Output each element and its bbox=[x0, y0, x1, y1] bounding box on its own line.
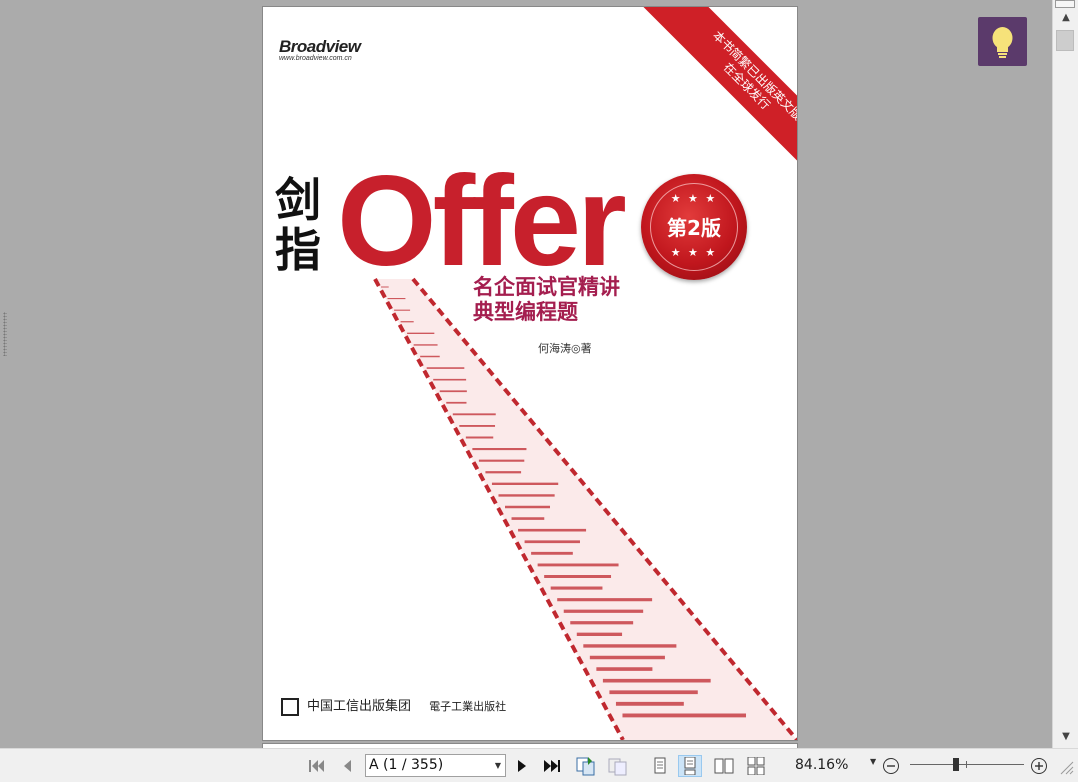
zoom-in-icon bbox=[1031, 758, 1047, 774]
book-author: 何海涛◎著 bbox=[538, 342, 592, 355]
zoom-slider-thumb[interactable] bbox=[953, 758, 959, 771]
next-page-icon bbox=[518, 760, 526, 772]
publisher-group-name: 中国工信出版集团 bbox=[307, 699, 412, 714]
previous-page-button[interactable] bbox=[337, 757, 357, 775]
document-viewport[interactable]: Broadview www.broadview.com.cn 本书简繁已出版英文… bbox=[0, 0, 1052, 748]
sidebar-resize-grip[interactable] bbox=[3, 312, 7, 356]
continuous-page-icon bbox=[684, 757, 696, 775]
pdf-page: Broadview www.broadview.com.cn 本书简繁已出版英文… bbox=[263, 7, 797, 740]
vertical-scrollbar[interactable]: ▲ ▼ bbox=[1052, 0, 1078, 748]
scrollbar-thumb[interactable] bbox=[1056, 30, 1074, 51]
edition-badge: 第2版 bbox=[667, 216, 721, 240]
book-title-english: Offer bbox=[337, 158, 627, 287]
lightbulb-icon bbox=[992, 27, 1013, 58]
scroll-down-arrow-icon[interactable]: ▼ bbox=[1057, 729, 1075, 745]
book-subtitle: 名企面试官精讲 典型编程题 bbox=[473, 275, 620, 325]
previous-page-icon bbox=[344, 760, 351, 772]
paste-page-button[interactable] bbox=[606, 755, 630, 777]
zoom-dropdown-icon[interactable]: ▼ bbox=[870, 757, 876, 766]
publisher-logos-bottom: 中国工信出版集团 電子工業出版社 bbox=[281, 695, 506, 716]
page-selector-value: A (1 / 355) bbox=[369, 757, 444, 773]
seal-stars-bottom: ★ ★ ★ bbox=[670, 246, 718, 259]
subtitle-line-1: 名企面试官精讲 bbox=[473, 275, 620, 299]
paste-page-icon bbox=[608, 758, 627, 776]
single-page-view-button[interactable] bbox=[648, 755, 672, 777]
copy-page-icon bbox=[576, 757, 595, 776]
zoom-out-icon bbox=[883, 758, 899, 774]
first-page-button[interactable] bbox=[306, 757, 326, 775]
scroll-up-arrow-icon[interactable]: ▲ bbox=[1057, 10, 1075, 26]
facing-pages-icon bbox=[714, 758, 734, 774]
zoom-slider-center-tick bbox=[966, 761, 967, 768]
publisher-logo-name: Broadview bbox=[279, 37, 361, 56]
chevron-down-icon: ▼ bbox=[494, 761, 501, 770]
facing-continuous-icon bbox=[747, 757, 765, 775]
first-page-icon bbox=[309, 760, 324, 772]
seal-stars-top: ★ ★ ★ bbox=[670, 192, 718, 205]
last-page-button[interactable] bbox=[542, 757, 562, 775]
scrollbar-split-handle[interactable] bbox=[1055, 0, 1075, 8]
next-page-button[interactable] bbox=[512, 757, 532, 775]
facing-pages-view-button[interactable] bbox=[712, 755, 736, 777]
zoom-in-button[interactable] bbox=[1029, 757, 1049, 775]
subtitle-line-2: 典型编程题 bbox=[473, 300, 578, 324]
status-bar: A (1 / 355) ▼ 84.16% ▼ bbox=[0, 748, 1078, 782]
window-resize-grip-icon[interactable] bbox=[1058, 759, 1074, 775]
facing-continuous-view-button[interactable] bbox=[744, 755, 768, 777]
single-page-icon bbox=[654, 757, 666, 774]
phei-name: 電子工業出版社 bbox=[429, 700, 507, 713]
zoom-slider-track[interactable] bbox=[910, 764, 1024, 765]
publisher-logo: Broadview www.broadview.com.cn bbox=[279, 37, 361, 62]
copy-page-button[interactable] bbox=[574, 755, 598, 777]
continuous-view-button[interactable] bbox=[678, 755, 702, 777]
tip-button[interactable] bbox=[978, 17, 1027, 66]
book-title-english-text: Offer bbox=[337, 150, 627, 293]
last-page-icon bbox=[544, 760, 560, 772]
publisher-group-mark-icon bbox=[281, 697, 299, 716]
edition-seal: ★ ★ ★ 第2版 ★ ★ ★ bbox=[641, 174, 747, 280]
publisher-logo-url: www.broadview.com.cn bbox=[279, 55, 352, 62]
zoom-level[interactable]: 84.16% bbox=[795, 757, 848, 773]
book-title-chinese: 剑指 bbox=[275, 173, 321, 277]
page-selector[interactable]: A (1 / 355) ▼ bbox=[365, 754, 506, 777]
zoom-out-button[interactable] bbox=[881, 757, 901, 775]
